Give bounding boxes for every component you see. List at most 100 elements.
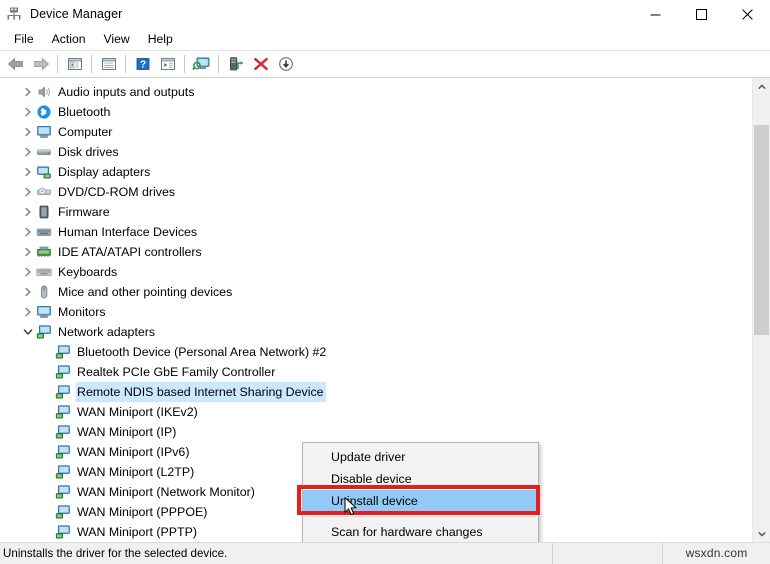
tree-item-label: WAN Miniport (IP) — [77, 425, 177, 439]
vertical-scrollbar[interactable] — [752, 78, 770, 542]
menu-help[interactable]: Help — [139, 29, 182, 49]
chevron-right-icon[interactable] — [20, 222, 36, 242]
chevron-right-icon[interactable] — [20, 202, 36, 222]
ctx-disable-device[interactable]: Disable device — [303, 468, 538, 490]
tree-item[interactable]: Bluetooth Device (Personal Area Network)… — [0, 342, 752, 362]
tree-item[interactable]: Human Interface Devices — [0, 222, 752, 242]
context-menu[interactable]: Update driver Disable device Uninstall dev… — [297, 442, 540, 542]
chevron-right-icon[interactable] — [20, 302, 36, 322]
chevron-down-icon[interactable] — [20, 322, 36, 342]
window-controls — [632, 0, 770, 28]
chevron-right-icon[interactable] — [20, 182, 36, 202]
window-title: Device Manager — [30, 7, 123, 21]
chevron-right-icon[interactable] — [20, 262, 36, 282]
title-bar[interactable]: Device Manager — [0, 0, 770, 28]
tree-item[interactable]: DVD/CD-ROM drives — [0, 182, 752, 202]
network-adapter-icon — [55, 364, 71, 380]
tree-item-label: Network adapters — [58, 325, 156, 339]
tree-item[interactable]: Realtek PCIe GbE Family Controller — [0, 362, 752, 382]
scrollbar-thumb[interactable] — [754, 125, 769, 335]
disk-drive-icon — [36, 144, 52, 160]
tree-item[interactable]: IDE ATA/ATAPI controllers — [0, 242, 752, 262]
tree-item[interactable]: WAN Miniport (IP) — [0, 422, 752, 442]
tree-item-label: DVD/CD-ROM drives — [58, 185, 176, 199]
tree-item-label: Mice and other pointing devices — [58, 285, 233, 299]
ctx-uninstall-device[interactable]: Uninstall device — [303, 490, 538, 512]
display-adapter-icon — [36, 164, 52, 180]
ctx-update-driver[interactable]: Update driver — [303, 446, 538, 468]
device-manager-icon — [6, 6, 22, 22]
chevron-right-icon[interactable] — [20, 162, 36, 182]
tree-item-label: Keyboards — [58, 265, 118, 279]
close-button[interactable] — [724, 0, 770, 28]
menu-action[interactable]: Action — [43, 29, 95, 49]
tree-item[interactable]: WAN Miniport (IKEv2) — [0, 402, 752, 422]
speaker-icon — [36, 84, 52, 100]
help-icon[interactable]: ? — [130, 52, 155, 76]
watermark-label: wsxdn.com — [685, 546, 748, 560]
menu-file[interactable]: File — [5, 29, 43, 49]
tree-item[interactable]: Display adapters — [0, 162, 752, 182]
ctx-scan-hardware-changes[interactable]: Scan for hardware changes — [303, 521, 538, 542]
scroll-down-button[interactable] — [753, 525, 770, 542]
tree-item[interactable]: Keyboards — [0, 262, 752, 282]
tree-item-label: Firmware — [58, 205, 110, 219]
bluetooth-icon — [36, 104, 52, 120]
tree-item-label: Monitors — [58, 305, 106, 319]
network-adapter-icon — [55, 464, 71, 480]
chevron-right-icon[interactable] — [20, 282, 36, 302]
minimize-button[interactable] — [632, 0, 678, 28]
maximize-button[interactable] — [678, 0, 724, 28]
chevron-right-icon[interactable] — [20, 82, 36, 102]
update-driver-icon[interactable] — [223, 52, 248, 76]
properties-icon[interactable] — [96, 52, 121, 76]
tree-item[interactable]: Audio inputs and outputs — [0, 82, 752, 102]
chevron-right-icon[interactable] — [20, 102, 36, 122]
chevron-right-icon[interactable] — [20, 242, 36, 262]
tree-item[interactable]: Network adapters — [0, 322, 752, 342]
toolbar-separator — [91, 55, 92, 73]
tree-item-label: WAN Miniport (Network Monitor) — [77, 485, 255, 499]
forward-arrow-icon[interactable] — [28, 52, 53, 76]
chevron-right-icon[interactable] — [20, 142, 36, 162]
tree-item[interactable]: Firmware — [0, 202, 752, 222]
scroll-up-button[interactable] — [753, 78, 770, 95]
tree-item-label: WAN Miniport (IKEv2) — [77, 405, 198, 419]
tree-item[interactable]: Disk drives — [0, 142, 752, 162]
show-hide-console-tree-icon[interactable] — [62, 52, 87, 76]
toolbar-separator — [218, 55, 219, 73]
firmware-icon — [36, 204, 52, 220]
tree-item[interactable]: Bluetooth — [0, 102, 752, 122]
context-menu-separator — [305, 516, 536, 517]
monitor-icon — [36, 304, 52, 320]
computer-icon — [36, 124, 52, 140]
back-arrow-icon[interactable] — [3, 52, 28, 76]
network-adapter-icon — [55, 524, 71, 540]
network-adapter-icon — [55, 504, 71, 520]
uninstall-device-icon[interactable] — [248, 52, 273, 76]
menu-view[interactable]: View — [95, 29, 139, 49]
status-panel-middle — [553, 543, 663, 564]
toolbar-separator — [184, 55, 185, 73]
toolbar: ? — [0, 51, 770, 78]
tree-item[interactable]: Mice and other pointing devices — [0, 282, 752, 302]
tree-item[interactable]: Monitors — [0, 302, 752, 322]
view-details-icon[interactable] — [155, 52, 180, 76]
tree-item-label: Realtek PCIe GbE Family Controller — [77, 365, 276, 379]
tree-item-label: Bluetooth Device (Personal Area Network)… — [77, 345, 327, 359]
scan-hardware-changes-icon[interactable] — [189, 52, 214, 76]
tree-item[interactable]: Computer — [0, 122, 752, 142]
disable-device-icon[interactable] — [273, 52, 298, 76]
svg-text:?: ? — [139, 59, 145, 70]
menu-bar: File Action View Help — [0, 28, 770, 51]
chevron-right-icon[interactable] — [20, 122, 36, 142]
tree-item-label: IDE ATA/ATAPI controllers — [58, 245, 202, 259]
tree-item[interactable]: Remote NDIS based Internet Sharing Devic… — [0, 382, 752, 402]
tree-item-label: WAN Miniport (IPv6) — [77, 445, 190, 459]
